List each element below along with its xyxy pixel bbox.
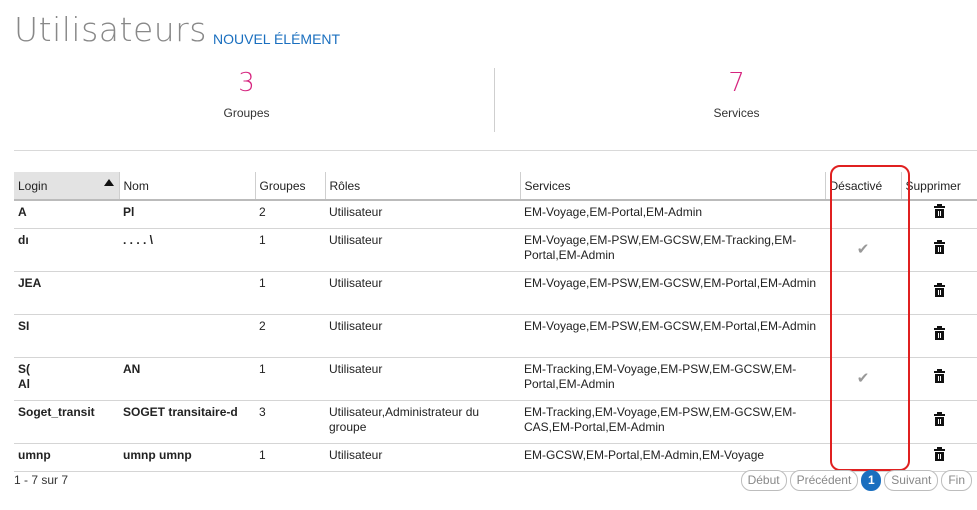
- cell-roles: Utilisateur: [325, 200, 520, 229]
- cell-services: EM-Voyage,EM-PSW,EM-GCSW,EM-Tracking,EM-…: [520, 228, 825, 272]
- pager-next-button[interactable]: Suivant: [884, 470, 939, 491]
- cell-services: EM-Voyage,EM-PSW,EM-GCSW,EM-Portal,EM-Ad…: [520, 271, 825, 315]
- delete-icon[interactable]: [933, 239, 945, 254]
- cell-services: EM-Voyage,EM-Portal,EM-Admin: [520, 200, 825, 229]
- sort-asc-icon: [103, 179, 114, 186]
- cell-groupes: 1: [255, 443, 325, 472]
- column-header-label: Login: [18, 178, 48, 193]
- stat-services-label: Services: [713, 106, 760, 120]
- cell-nom: [119, 271, 255, 315]
- pager-page-button[interactable]: 1: [861, 470, 882, 491]
- cell-supprimer: [901, 200, 977, 229]
- cell-nom: [119, 314, 255, 358]
- delete-icon[interactable]: [933, 368, 945, 383]
- cell-login: umnp: [14, 443, 119, 472]
- stat-groups-label: Groupes: [223, 106, 270, 120]
- cell-nom: SOGET transitaire-d: [119, 400, 255, 444]
- cell-login: A: [14, 200, 119, 229]
- cell-groupes: 2: [255, 314, 325, 358]
- column-header-supprimer[interactable]: Supprimer: [900, 172, 977, 201]
- cell-services: EM-Tracking,EM-Voyage,EM-PSW,EM-GCSW,EM-…: [520, 357, 825, 401]
- delete-icon[interactable]: [933, 204, 945, 218]
- cell-login: Soget_transit: [14, 400, 119, 444]
- cell-supprimer: [901, 400, 977, 444]
- pagination: Début Précédent 1 Suivant Fin: [740, 470, 972, 491]
- cell-roles: Utilisateur: [325, 314, 520, 358]
- cell-roles: Utilisateur: [325, 357, 520, 401]
- cell-nom: umnp umnp: [119, 443, 255, 472]
- delete-icon[interactable]: [933, 282, 945, 297]
- cell-nom: . . . . \: [119, 228, 255, 272]
- desactive-column-highlight: [830, 165, 910, 471]
- pager-first-button[interactable]: Début: [740, 470, 787, 491]
- cell-services: EM-Tracking,EM-Voyage,EM-PSW,EM-GCSW,EM-…: [520, 400, 825, 444]
- cell-roles: Utilisateur: [325, 271, 520, 315]
- cell-services: EM-Voyage,EM-PSW,EM-GCSW,EM-Portal,EM-Ad…: [520, 314, 825, 358]
- column-header-login[interactable]: Login: [14, 172, 119, 201]
- cell-groupes: 1: [255, 271, 325, 315]
- column-header-groupes[interactable]: Groupes: [254, 172, 325, 201]
- delete-icon[interactable]: [933, 447, 945, 461]
- cell-groupes: 1: [255, 228, 325, 272]
- column-header-roles[interactable]: Rôles: [324, 172, 520, 201]
- page-title: Utilisateurs: [14, 10, 207, 49]
- delete-icon[interactable]: [933, 325, 945, 340]
- cell-groupes: 2: [255, 200, 325, 229]
- cell-roles: Utilisateur,Administrateur du groupe: [325, 400, 520, 444]
- cell-login: SI: [14, 314, 119, 358]
- stat-services-value: 7: [728, 68, 745, 98]
- stat-services[interactable]: 7 Services: [504, 68, 969, 120]
- cell-supprimer: [901, 443, 977, 472]
- pagination-count: 1 - 7 sur 7: [14, 473, 69, 487]
- cell-login: JEA: [14, 271, 119, 315]
- cell-supprimer: [901, 357, 977, 401]
- stat-groups-value: 3: [238, 68, 255, 98]
- cell-nom: Pl: [119, 200, 255, 229]
- pager-prev-button[interactable]: Précédent: [789, 470, 859, 491]
- cell-nom: AN: [119, 357, 255, 401]
- cell-supprimer: [901, 314, 977, 358]
- new-item-link[interactable]: NOUVEL ÉLÉMENT: [213, 31, 340, 47]
- stats-divider: [494, 68, 495, 132]
- column-header-nom[interactable]: Nom: [118, 172, 255, 201]
- pager-last-button[interactable]: Fin: [941, 470, 972, 491]
- cell-services: EM-GCSW,EM-Portal,EM-Admin,EM-Voyage: [520, 443, 825, 472]
- cell-roles: Utilisateur: [325, 443, 520, 472]
- delete-icon[interactable]: [933, 411, 945, 426]
- cell-login: dı: [14, 228, 119, 272]
- cell-groupes: 3: [255, 400, 325, 444]
- stat-groups[interactable]: 3 Groupes: [14, 68, 479, 120]
- stats-panel: 3 Groupes 7 Services: [14, 68, 977, 152]
- cell-roles: Utilisateur: [325, 228, 520, 272]
- cell-supprimer: [901, 271, 977, 315]
- cell-supprimer: [901, 228, 977, 272]
- column-header-services[interactable]: Services: [519, 172, 825, 201]
- cell-login: S( Al: [14, 357, 119, 401]
- cell-groupes: 1: [255, 357, 325, 401]
- divider: [14, 150, 977, 151]
